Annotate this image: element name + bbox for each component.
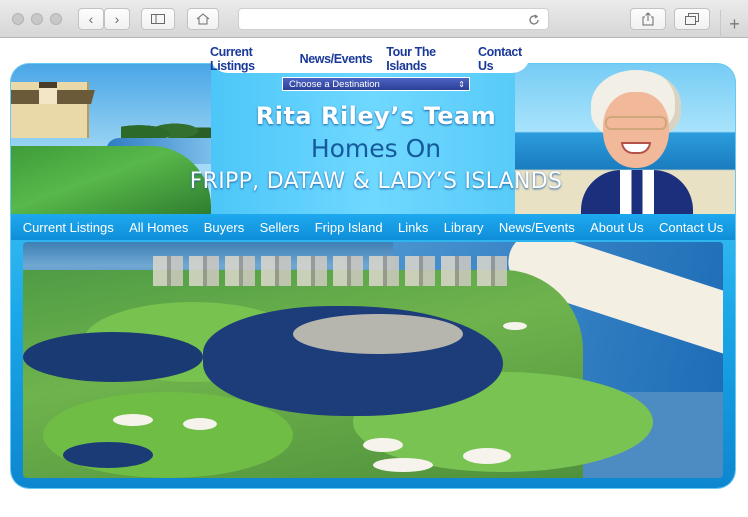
close-window-dot[interactable] [12,13,24,25]
address-bar[interactable] [238,8,549,30]
nav-all-homes[interactable]: All Homes [129,220,188,235]
chevron-right-icon: › [114,11,120,27]
site-tagline: FRIPP, DATAW & LADY’S ISLANDS [189,169,563,194]
chevron-left-icon: ‹ [88,11,94,27]
top-nav-current-listings[interactable]: Current Listings [210,45,286,73]
destination-select[interactable]: Choose a Destination ⇕ [282,77,470,91]
forward-button[interactable]: › [104,8,130,30]
home-button[interactable] [187,8,219,30]
minimize-window-dot[interactable] [31,13,43,25]
zoom-window-dot[interactable] [50,13,62,25]
reload-icon[interactable] [528,14,540,26]
sidebar-button[interactable] [141,8,175,30]
nav-buyers[interactable]: Buyers [204,220,244,235]
browser-toolbar: ‹ › + [0,0,748,38]
aerial-island-photo [23,242,723,478]
header-titles: Choose a Destination ⇕ Rita Riley’s Team… [171,74,581,194]
top-nav-news-events[interactable]: News/Events [300,52,373,66]
nav-contact-us[interactable]: Contact Us [659,220,723,235]
back-button[interactable]: ‹ [78,8,104,30]
sidebar-icon [151,14,165,24]
share-button[interactable] [630,8,666,30]
nav-about-us[interactable]: About Us [590,220,643,235]
destination-label: Choose a Destination [289,79,380,90]
top-nav-tour-the-islands[interactable]: Tour The Islands [386,45,464,73]
site-frame: Choose a Destination ⇕ Rita Riley’s Team… [11,64,735,488]
site-subtitle: Homes On [310,134,442,163]
new-tab-button[interactable]: + [720,10,748,38]
top-nav-contact-us[interactable]: Contact Us [478,45,530,73]
tabs-button[interactable] [674,8,710,30]
nav-current-listings[interactable]: Current Listings [23,220,114,235]
top-nav: Current Listings News/Events Tour The Is… [210,39,530,73]
home-icon [196,13,210,25]
site-title: Rita Riley’s Team [255,102,497,130]
nav-library[interactable]: Library [444,220,484,235]
nav-sellers[interactable]: Sellers [260,220,300,235]
select-arrows-icon: ⇕ [458,80,465,89]
tabs-icon [685,13,699,25]
nav-links[interactable]: Links [398,220,428,235]
web-page: Current Listings News/Events Tour The Is… [0,39,748,517]
site-header: Choose a Destination ⇕ Rita Riley’s Team… [11,64,735,214]
plus-icon: + [729,13,740,34]
main-nav: Current Listings All Homes Buyers Seller… [11,214,735,240]
share-icon [642,12,654,26]
nav-news-events[interactable]: News/Events [499,220,575,235]
nav-fripp-island[interactable]: Fripp Island [315,220,383,235]
